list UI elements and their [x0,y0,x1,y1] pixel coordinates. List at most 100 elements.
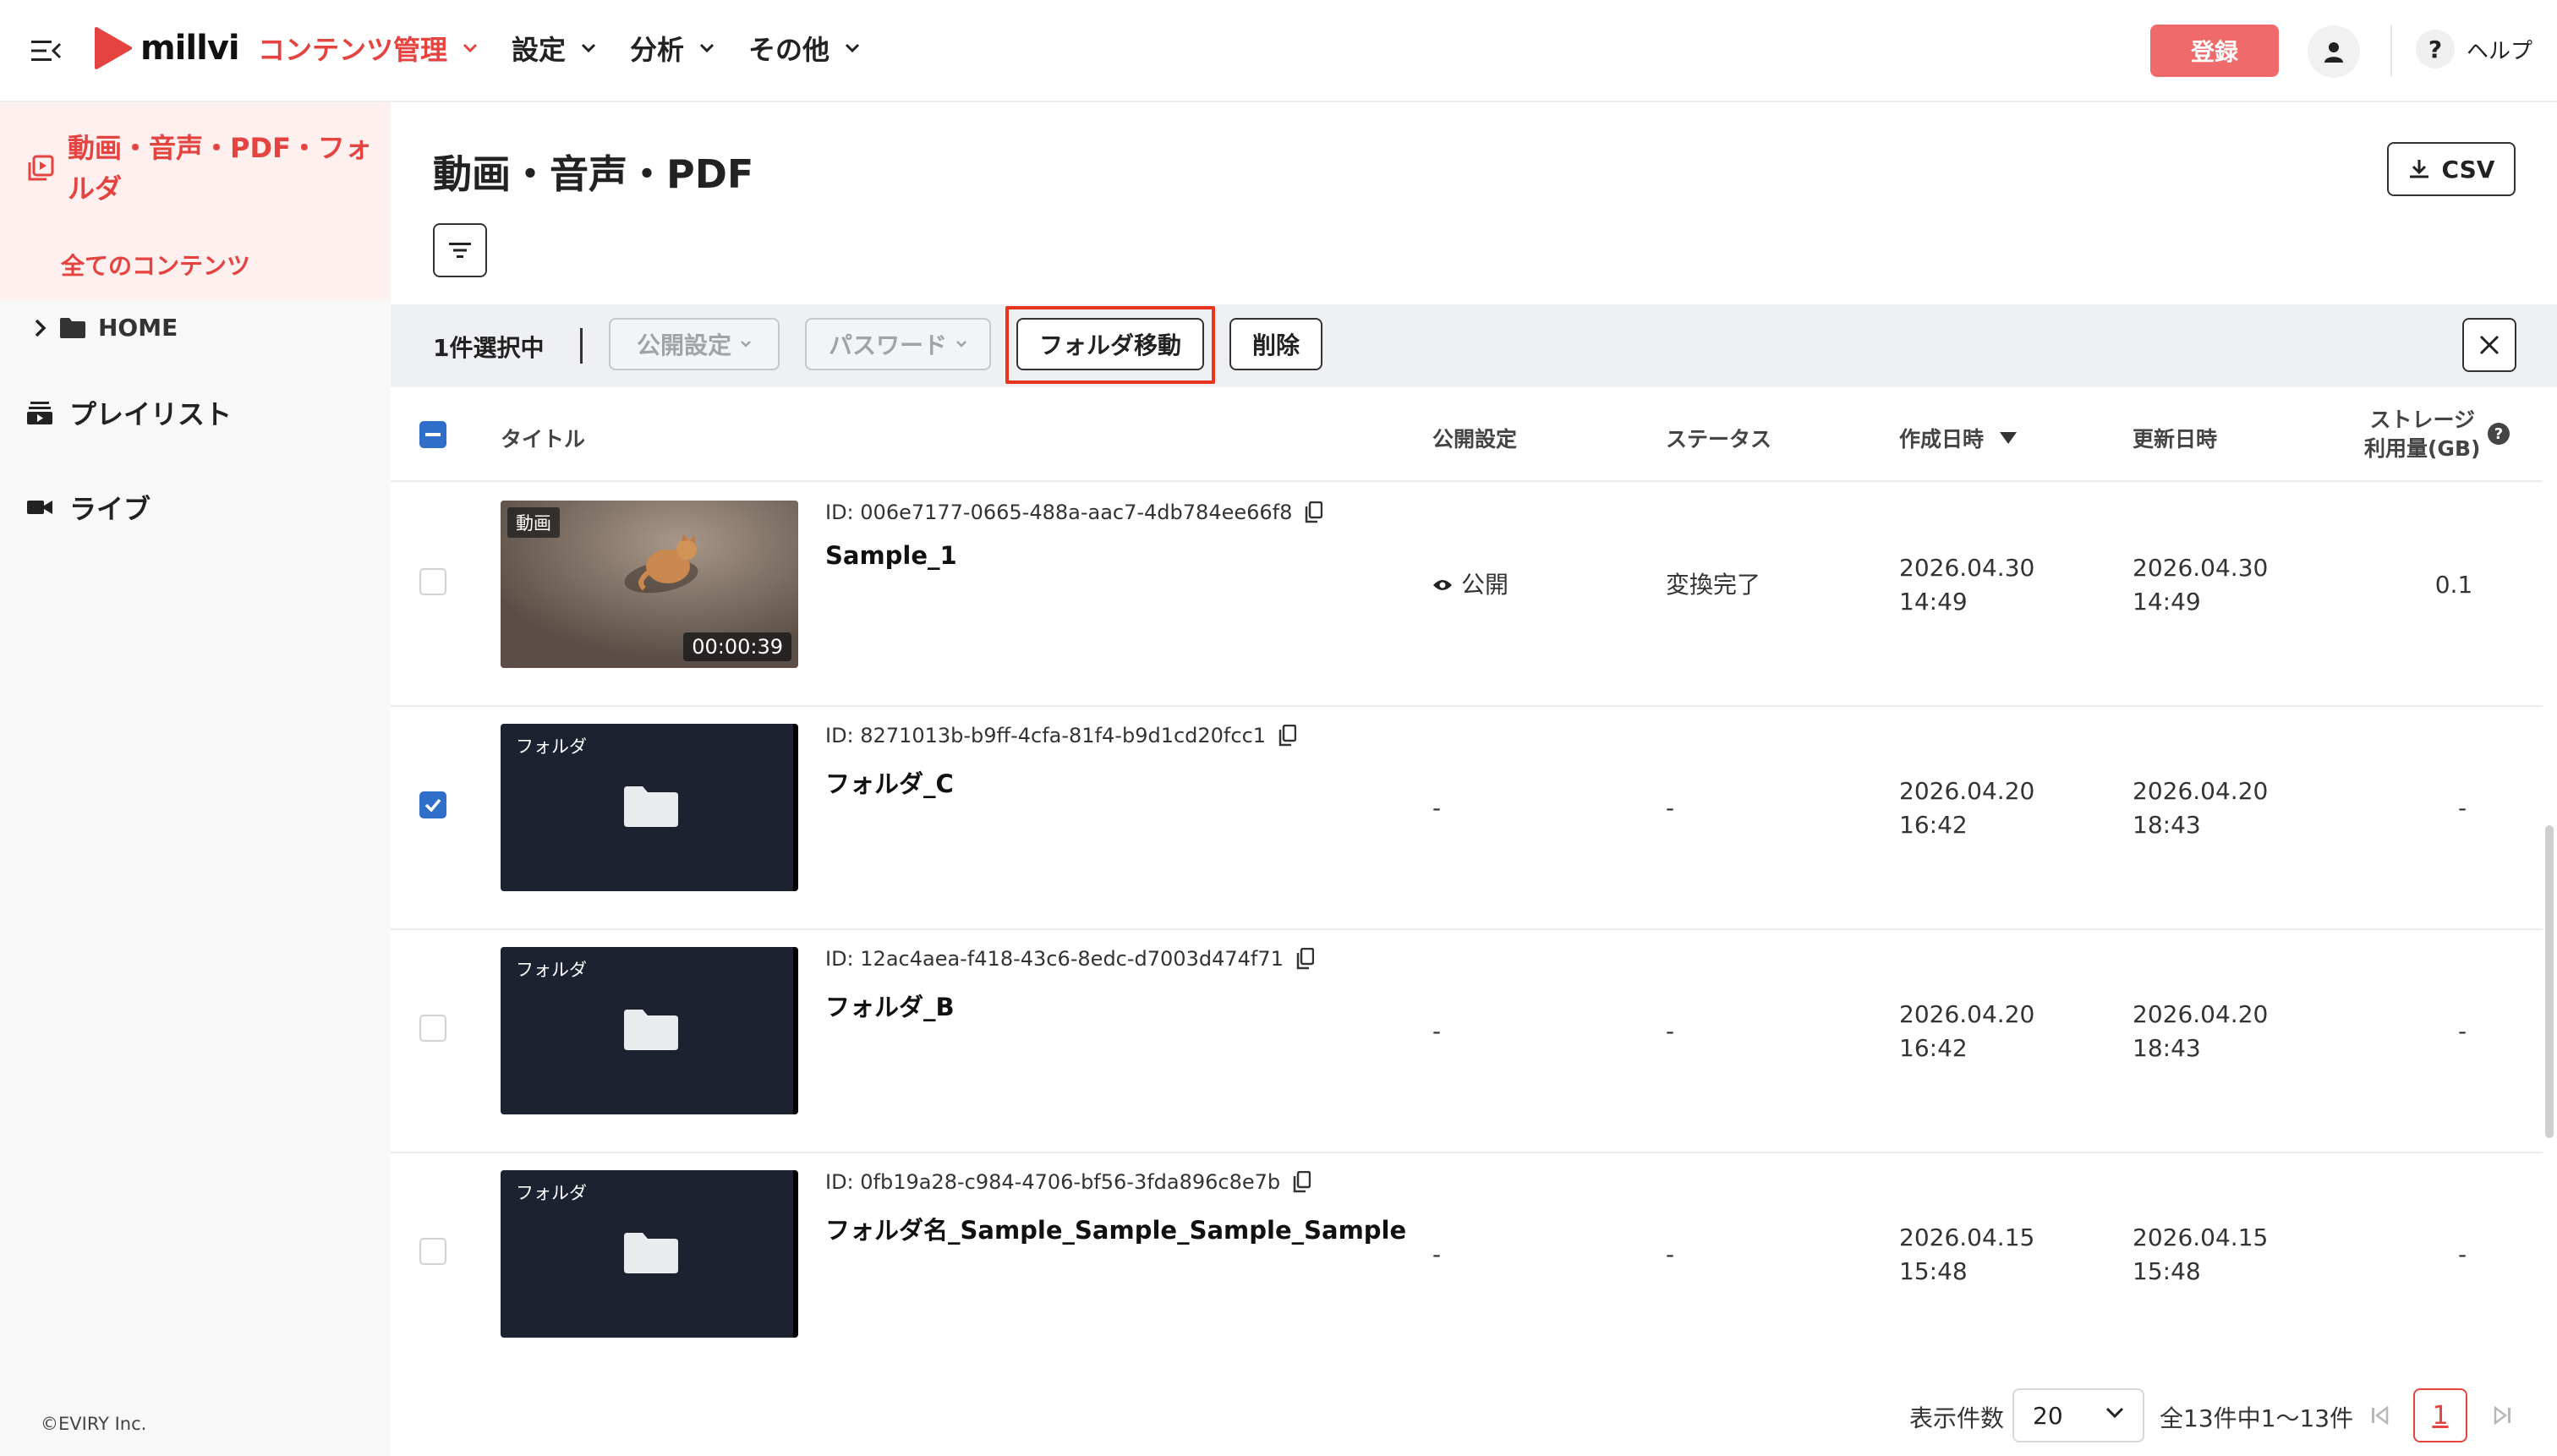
th-status[interactable]: ステータス [1666,423,1771,453]
created-date: 2026.04.20 [1899,1000,2035,1028]
folder-icon [60,317,85,338]
per-page-label: 表示件数 [1909,1404,2005,1432]
sidebar-item-playlist[interactable]: プレイリスト [27,393,232,432]
th-publish[interactable]: 公開設定 [1432,423,1517,453]
updated-cell: 2026.04.20 18:43 [2133,775,2268,842]
last-page-button[interactable] [2476,1388,2530,1442]
folder-icon [624,1010,678,1050]
nav-content-management[interactable]: コンテンツ管理 [258,29,478,68]
folder-thumbnail[interactable]: フォルダ [501,724,798,891]
chevron-down-icon [699,43,715,53]
help-link[interactable]: ? ヘルプ [2416,30,2532,68]
chevron-right-icon[interactable] [34,318,47,338]
video-thumbnail[interactable]: 動画 00:00:39 [501,501,798,668]
thumbnail-type-tag: 動画 [507,507,560,538]
storage-help-icon[interactable]: ? [2488,423,2510,445]
row-checkbox[interactable] [419,1238,446,1265]
eye-icon [1433,580,1452,590]
user-avatar-button[interactable] [2308,25,2360,78]
item-title[interactable]: フォルダ名_Sample_Sample_Sample_Sample... [825,1211,1409,1246]
storage-cell: - [2457,794,2467,822]
table-row[interactable]: フォルダ ID: 12ac4aea-f418-43c6-8edc-d7003d4… [391,930,2543,1153]
updated-date: 2026.04.30 [2133,554,2269,582]
per-page-value: 20 [2033,1401,2063,1430]
created-cell: 2026.04.30 14:49 [1899,551,2034,619]
page-button-current[interactable]: 1 [2413,1388,2467,1442]
sidebar-item-media[interactable]: 動画・音声・PDF・フォルダ 全てのコンテンツ [0,102,391,300]
publish-cell: - [1432,1240,1442,1268]
item-title[interactable]: フォルダ_C [825,764,954,800]
updated-cell: 2026.04.15 15:48 [2133,1221,2268,1289]
copy-icon[interactable] [1278,725,1297,747]
row-checkbox[interactable] [419,568,446,595]
thumbnail-type-tag: フォルダ [516,960,587,980]
created-cell: 2026.04.20 16:42 [1899,998,2034,1065]
sidebar-item-home[interactable]: HOME [34,314,178,342]
help-label: ヘルプ [2467,38,2533,64]
created-date: 2026.04.30 [1899,554,2035,582]
updated-date: 2026.04.20 [2133,1000,2269,1028]
playlist-icon [27,402,52,424]
created-cell: 2026.04.20 16:42 [1899,775,2034,842]
status-cell: - [1666,1240,1675,1268]
nav-settings[interactable]: 設定 [512,29,596,68]
copy-icon[interactable] [1292,1171,1311,1193]
th-title[interactable]: タイトル [501,423,585,453]
move-folder-button[interactable]: フォルダ移動 [1016,318,1204,370]
folder-icon [624,1233,678,1273]
copy-icon[interactable] [1304,501,1323,523]
updated-cell: 2026.04.20 18:43 [2133,998,2268,1065]
copy-icon[interactable] [1295,948,1314,970]
nav-label: その他 [748,34,830,66]
table-row[interactable]: フォルダ ID: 0fb19a28-c984-4706-bf56-3fda896… [391,1153,2543,1377]
row-checkbox[interactable] [419,1015,446,1042]
bulk-action-bar: 1件選択中 公開設定 パスワード フォルダ移動 削除 [391,304,2557,387]
row-checkbox[interactable] [419,791,446,818]
th-updated[interactable]: 更新日時 [2133,423,2217,453]
th-storage-line1: ストレージ [2369,408,2475,432]
th-created[interactable]: 作成日時 [1899,423,2018,453]
menu-collapse-icon[interactable] [25,34,68,68]
created-cell: 2026.04.15 15:48 [1899,1221,2034,1289]
main-nav: コンテンツ管理 設定 分析 その他 [258,29,894,68]
created-time: 14:49 [1899,588,1968,616]
chevron-down-icon [741,341,751,348]
sidebar-item-all-contents[interactable]: 全てのコンテンツ [61,248,250,282]
nav-other[interactable]: その他 [748,29,860,68]
select-all-checkbox[interactable] [419,421,446,448]
csv-download-button[interactable]: CSV [2387,142,2516,196]
nav-analytics[interactable]: 分析 [630,29,715,68]
first-page-button[interactable] [2352,1388,2406,1442]
updated-date: 2026.04.20 [2133,777,2269,805]
sidebar: 動画・音声・PDF・フォルダ 全てのコンテンツ HOME プレイリスト ライブ [0,102,391,1456]
close-selection-button[interactable] [2462,318,2516,372]
filter-button[interactable] [433,223,487,277]
selected-count: 1件選択中 [433,334,545,362]
storage-cell: - [2457,1240,2467,1268]
indeterminate-icon [425,433,441,436]
updated-cell: 2026.04.30 14:49 [2133,551,2268,619]
first-page-icon [2372,1405,2389,1426]
th-storage[interactable]: ストレージ 利用量(GB) [2364,406,2480,463]
password-button[interactable]: パスワード [805,318,991,370]
password-label: パスワード [828,331,947,359]
logo-text: millvi [140,29,240,68]
sidebar-item-live[interactable]: ライブ [27,488,151,527]
item-id: ID: 0fb19a28-c984-4706-bf56-3fda896c8e7b [825,1170,1311,1194]
table-row[interactable]: 動画 00:00:39 ID: 006e7177-0665-488a-aac7-… [391,484,2543,707]
item-id-text: ID: 8271013b-b9ff-4cfa-81f4-b9d1cd20fcc1 [825,724,1267,747]
folder-thumbnail[interactable]: フォルダ [501,1170,798,1338]
logo[interactable]: millvi [93,27,240,69]
delete-button[interactable]: 削除 [1229,318,1322,370]
item-id-text: ID: 0fb19a28-c984-4706-bf56-3fda896c8e7b [825,1170,1281,1194]
item-id: ID: 006e7177-0665-488a-aac7-4db784ee66f8 [825,501,1323,524]
publish-settings-button[interactable]: 公開設定 [609,318,780,370]
item-title[interactable]: フォルダ_B [825,988,955,1023]
per-page-select[interactable]: 20 [2012,1388,2144,1442]
scrollbar[interactable] [2545,825,2554,1138]
table-row[interactable]: フォルダ ID: 8271013b-b9ff-4cfa-81f4-b9d1cd2… [391,707,2543,930]
item-title[interactable]: Sample_1 [825,541,957,570]
action-divider [580,328,583,364]
folder-thumbnail[interactable]: フォルダ [501,947,798,1114]
register-button[interactable]: 登録 [2150,25,2279,77]
